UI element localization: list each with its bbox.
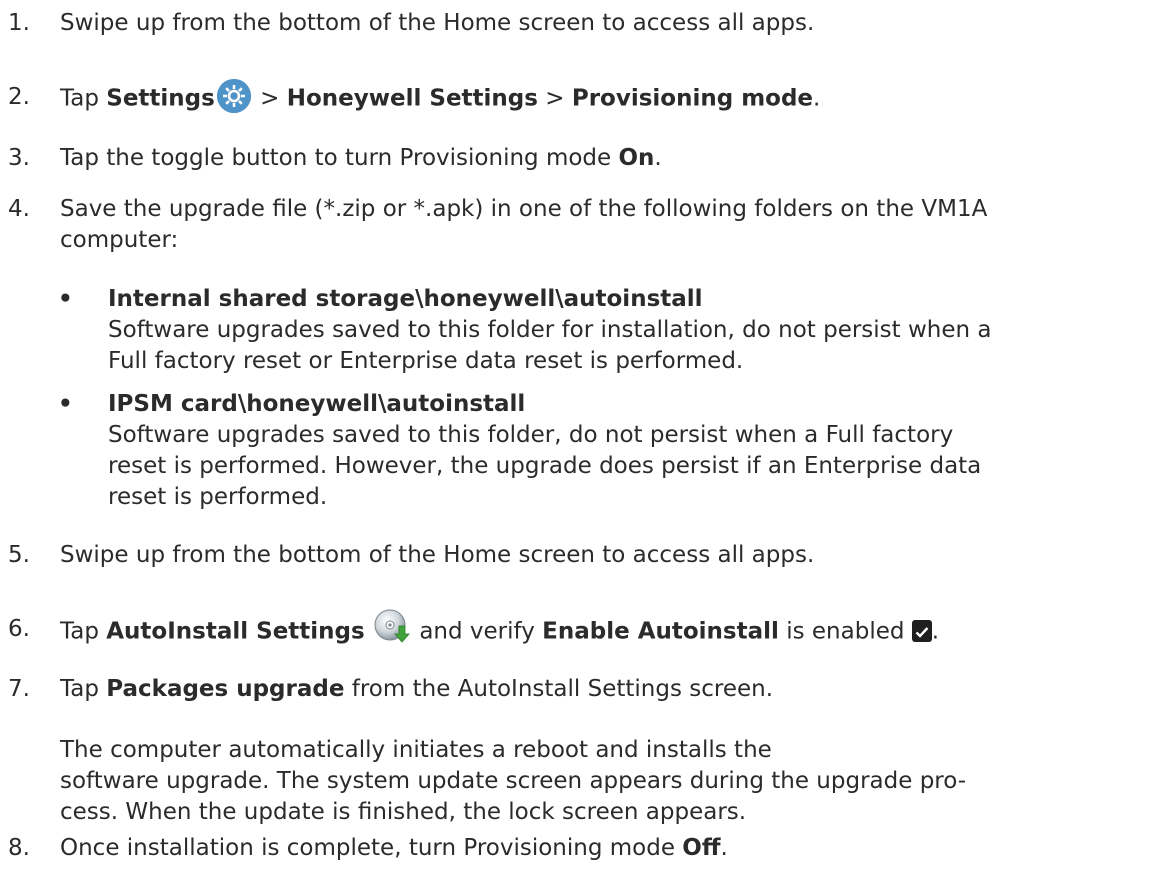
step-text: Swipe up from the bottom of the Home scr… <box>60 10 815 36</box>
text-run: . <box>720 835 728 861</box>
text-run: from the AutoInstall Settings screen. <box>344 676 774 702</box>
step-text: Tap the toggle button to turn Provisioni… <box>60 143 662 174</box>
step-text-line-1: Save the upgrade file (*.zip or *.apk) i… <box>60 196 988 222</box>
text-run: > <box>537 85 572 112</box>
text-run: and verify <box>412 618 543 645</box>
bullet-marker: • <box>58 286 73 312</box>
step-number: 1. <box>8 10 30 36</box>
text-run: . <box>813 85 821 112</box>
step-text: Tap Settings > Honeywell Settings > Prov… <box>60 79 821 116</box>
on-label: On <box>618 145 655 171</box>
text-line: software upgrade. The system update scre… <box>60 768 967 794</box>
folder-path: IPSM card\honeywell\autoinstall <box>108 391 526 417</box>
autoinstall-disc-icon <box>374 609 410 645</box>
step-number: 6. <box>8 616 30 642</box>
step-text: Swipe up from the bottom of the Home scr… <box>60 542 815 568</box>
settings-label: Settings <box>106 85 215 112</box>
text-line: Software upgrades saved to this folder f… <box>108 317 992 343</box>
text-run: Tap the toggle button to turn Provisioni… <box>60 145 619 171</box>
step-number: 7. <box>8 676 30 702</box>
gear-icon <box>216 79 251 113</box>
step-text: Tap AutoInstall Settings and verify Enab… <box>60 609 940 650</box>
folder-path: Internal shared storage\honeywell\autoin… <box>108 286 703 312</box>
text-line: Full factory reset or Enterprise data re… <box>108 348 744 374</box>
instruction-document: 1. Swipe up from the bottom of the Home … <box>0 0 1157 869</box>
off-label: Off <box>682 835 721 861</box>
step-number: 5. <box>8 542 30 568</box>
text-run: is enabled <box>778 618 912 645</box>
enable-autoinstall-label: Enable Autoinstall <box>542 618 779 645</box>
step-number: 8. <box>8 835 30 861</box>
bullet-marker: • <box>58 391 73 417</box>
text-run: Tap <box>60 618 107 645</box>
autoinstall-settings-label: AutoInstall Settings <box>106 618 365 645</box>
text-line: Software upgrades saved to this folder, … <box>108 422 954 448</box>
text-run: . <box>654 145 662 171</box>
text-line: reset is performed. <box>108 484 328 510</box>
text-run: Tap <box>60 676 107 702</box>
text-run: Tap <box>60 85 107 112</box>
bullet-description: Software upgrades saved to this folder f… <box>108 315 1148 377</box>
step-text: Tap Packages upgrade from the AutoInstal… <box>60 674 773 705</box>
text-line: cess. When the update is finished, the l… <box>60 799 747 825</box>
step-text: Once installation is complete, turn Prov… <box>60 833 728 864</box>
text-run: > <box>252 85 287 112</box>
text-run: Once installation is complete, turn Prov… <box>60 835 683 861</box>
bullet-description: Software upgrades saved to this folder, … <box>108 420 1148 513</box>
step-text-line-2: computer: <box>60 227 179 253</box>
step-number: 4. <box>8 196 30 222</box>
packages-upgrade-label: Packages upgrade <box>106 676 345 702</box>
text-run: . <box>931 618 940 645</box>
checked-checkbox-icon <box>911 620 932 642</box>
note-paragraph: The computer automatically initiates a r… <box>60 735 966 828</box>
provisioning-mode-label: Provisioning mode <box>571 85 814 112</box>
text-line: The computer automatically initiates a r… <box>60 737 772 763</box>
step-number: 3. <box>8 145 30 171</box>
step-number: 2. <box>8 84 30 110</box>
text-line: reset is performed. However, the upgrade… <box>108 453 982 479</box>
honeywell-settings-label: Honeywell Settings <box>286 85 538 112</box>
